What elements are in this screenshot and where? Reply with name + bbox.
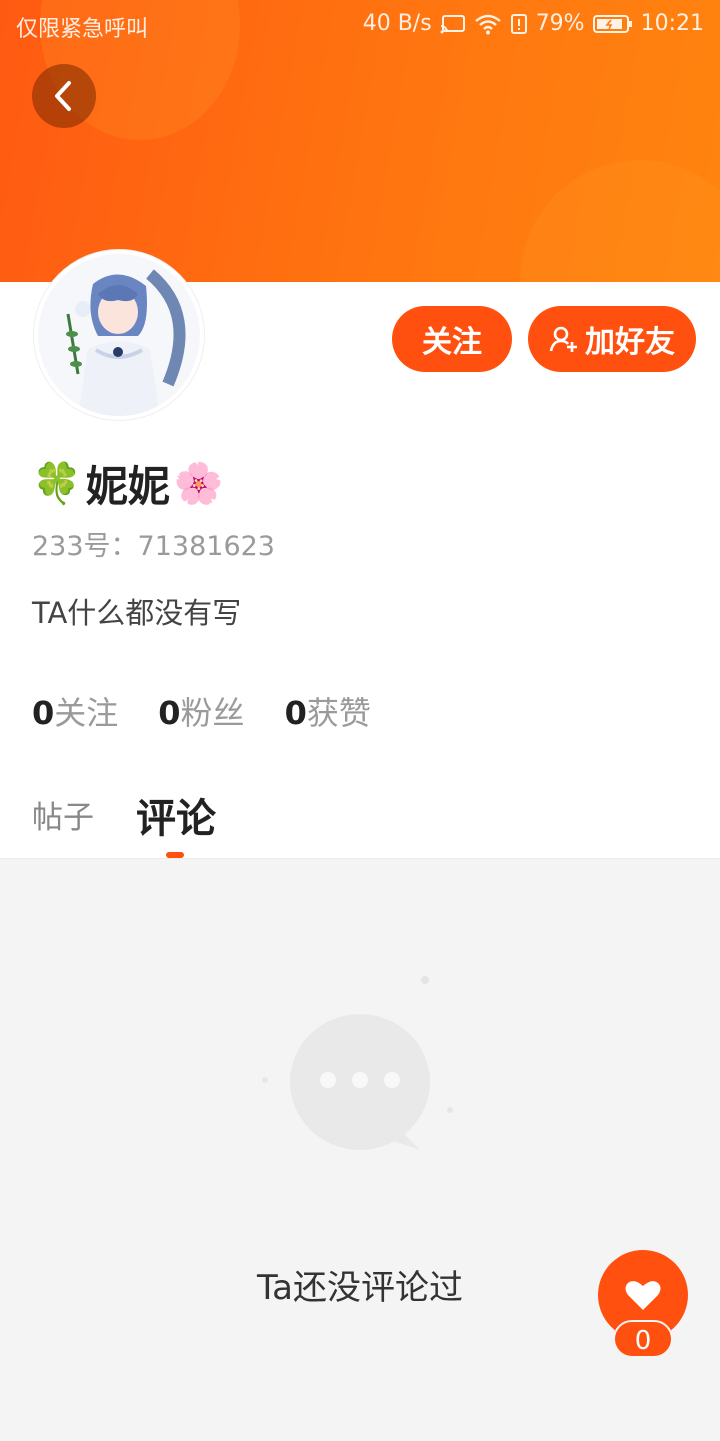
stat-likes: 0获赞 xyxy=(285,688,371,734)
back-button[interactable] xyxy=(32,64,96,128)
profile-stats: 0关注 0粉丝 0获赞 xyxy=(32,688,371,734)
banner-decoration xyxy=(520,160,720,282)
cast-icon xyxy=(440,14,465,33)
user-id-value: 71381623 xyxy=(137,531,275,562)
avatar[interactable] xyxy=(34,250,204,420)
user-bio: TA什么都没有写 xyxy=(32,596,242,630)
stat-label: 关注 xyxy=(54,694,119,732)
chevron-left-icon xyxy=(55,81,71,111)
carrier-text: 仅限紧急呼叫 xyxy=(16,17,149,42)
clock: 10:21 xyxy=(640,11,704,36)
stat-count: 0 xyxy=(284,694,307,732)
sakura-emoji: 🌸 xyxy=(173,460,224,507)
tab-comments[interactable]: 评论 xyxy=(136,786,216,844)
stat-following[interactable]: 0关注 xyxy=(32,688,118,734)
user-id: 233号：71381623 xyxy=(32,524,275,563)
status-bar: 仅限紧急呼叫 40 B/s 79% 10:21 xyxy=(0,0,720,50)
stat-count: 0 xyxy=(158,694,181,732)
battery-percent: 79% xyxy=(535,11,585,36)
follow-button-label: 关注 xyxy=(422,325,482,360)
user-id-label: 233号： xyxy=(32,531,138,562)
wifi-icon xyxy=(474,14,501,34)
user-name: 妮妮 xyxy=(85,461,170,511)
profile-name: 🍀 妮妮 🌸 xyxy=(32,455,224,511)
add-friend-button[interactable]: 加好友 xyxy=(528,306,696,372)
heart-icon xyxy=(625,1281,661,1310)
alert-icon xyxy=(510,13,527,34)
clover-emoji: 🍀 xyxy=(32,460,82,507)
network-speed: 40 B/s xyxy=(362,11,432,36)
user-plus-icon xyxy=(549,326,577,352)
chat-bubble-icon xyxy=(262,976,453,1150)
follow-button[interactable]: 关注 xyxy=(392,306,512,372)
stat-label: 粉丝 xyxy=(180,694,245,732)
stat-followers[interactable]: 0粉丝 xyxy=(158,688,244,734)
avatar-illustration xyxy=(38,254,200,416)
stat-count: 0 xyxy=(32,694,55,732)
tab-posts[interactable]: 帖子 xyxy=(32,792,94,837)
battery-icon xyxy=(592,14,632,33)
like-count-badge: 0 xyxy=(613,1320,673,1358)
add-friend-button-label: 加好友 xyxy=(585,325,675,360)
stat-label: 获赞 xyxy=(306,694,371,732)
